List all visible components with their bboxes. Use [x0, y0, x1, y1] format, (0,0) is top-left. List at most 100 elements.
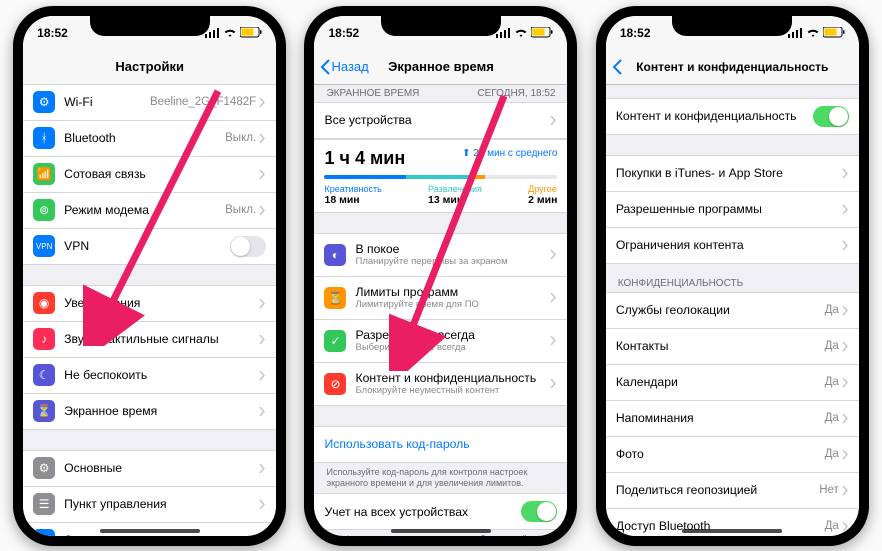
- row-calendars[interactable]: КалендариДа: [606, 365, 859, 401]
- privacy-list[interactable]: Контент и конфиденциальность Покупки в i…: [606, 84, 859, 536]
- row-screentime[interactable]: ⏳Экранное время: [23, 394, 276, 430]
- gear-icon: ⚙: [33, 457, 55, 479]
- chevron-right-icon: [842, 413, 849, 424]
- noentry-icon: ⊘: [324, 373, 346, 395]
- phone-screentime: 18:52 Назад Экранное время ЭКРАННОЕ ВРЕМ…: [304, 6, 577, 546]
- avg-delta: ⬆ 24 мин с среднего: [462, 148, 557, 159]
- settings-list[interactable]: ⚙Wi-FiBeeline_2G_F1482F ᚼBluetoothВыкл. …: [23, 84, 276, 536]
- notch: [90, 16, 210, 36]
- screentime-content[interactable]: ЭКРАННОЕ ВРЕМЯСегодня, 18:52 Все устройс…: [314, 84, 567, 536]
- vpn-switch[interactable]: [230, 236, 266, 257]
- row-alldevices[interactable]: Все устройства: [314, 102, 567, 139]
- row-contacts[interactable]: КонтактыДа: [606, 329, 859, 365]
- section-header-privacy: КОНФИДЕНЦИАЛЬНОСТЬ: [606, 264, 859, 292]
- row-itunes[interactable]: Покупки в iTunes- и App Store: [606, 155, 859, 192]
- chevron-right-icon: [259, 334, 266, 345]
- status-icons: [496, 27, 553, 38]
- home-indicator[interactable]: [100, 529, 200, 533]
- chevron-right-icon: [259, 406, 266, 417]
- bell-icon: ◉: [33, 292, 55, 314]
- row-passcode[interactable]: Использовать код-пароль: [314, 426, 567, 463]
- chevron-right-icon: [842, 204, 849, 215]
- home-indicator[interactable]: [682, 529, 782, 533]
- row-alwaysallowed[interactable]: ✓Разрешенные всегдаВыберите нужное всегд…: [314, 320, 567, 363]
- row-location[interactable]: Службы геолокацииДа: [606, 292, 859, 329]
- hourglass-icon: ⏳: [324, 287, 346, 309]
- usage-legend: Креативность18 мин Развлечения13 мин Дру…: [324, 184, 557, 206]
- row-bluetooth[interactable]: ᚼBluetoothВыкл.: [23, 121, 276, 157]
- chevron-right-icon: [550, 249, 557, 260]
- navbar: Контент и конфиденциальность: [606, 50, 859, 85]
- chevron-right-icon: [259, 535, 266, 536]
- row-controlcenter[interactable]: ☰Пункт управления: [23, 487, 276, 523]
- phone-content-privacy: 18:52 Контент и конфиденциальность Конте…: [596, 6, 869, 546]
- chevron-right-icon: [842, 449, 849, 460]
- row-dnd[interactable]: ☾Не беспокоить: [23, 358, 276, 394]
- row-allowedapps[interactable]: Разрешенные программы: [606, 192, 859, 228]
- check-icon: ✓: [324, 330, 346, 352]
- usage-bar: [324, 175, 557, 179]
- content-switch[interactable]: [813, 106, 849, 127]
- notch: [381, 16, 501, 36]
- page-title: Настройки: [115, 59, 184, 74]
- row-content-privacy[interactable]: ⊘Контент и конфиденциальностьБлокируйте …: [314, 363, 567, 406]
- chevron-right-icon: [550, 335, 557, 346]
- status-icons: [205, 27, 262, 38]
- row-reminders[interactable]: НапоминанияДа: [606, 401, 859, 437]
- row-sharedevices[interactable]: Учет на всех устройствах: [314, 493, 567, 530]
- row-restrictions[interactable]: Ограничения контента: [606, 228, 859, 264]
- passcode-note: Используйте код-пароль для контроля наст…: [314, 463, 567, 494]
- row-downtime[interactable]: ◐В покоеПланируйте перерывы за экраном: [314, 233, 567, 277]
- row-sounds[interactable]: ♪Звуки, тактильные сигналы: [23, 322, 276, 358]
- row-photos[interactable]: ФотоДа: [606, 437, 859, 473]
- chevron-right-icon: [550, 115, 557, 126]
- back-button[interactable]: [612, 59, 623, 75]
- chevron-right-icon: [259, 370, 266, 381]
- chevron-right-icon: [842, 521, 849, 532]
- navbar: Настройки: [23, 50, 276, 85]
- phone-settings: 18:52 Настройки ⚙Wi-FiBeeline_2G_F1482F …: [13, 6, 286, 546]
- clock: 18:52: [328, 26, 359, 40]
- row-content-toggle[interactable]: Контент и конфиденциальность: [606, 98, 859, 135]
- chevron-right-icon: [259, 169, 266, 180]
- row-vpn[interactable]: VPNVPN: [23, 229, 276, 265]
- downtime-icon: ◐: [324, 244, 346, 266]
- usage-summary[interactable]: 1 ч 4 мин ⬆ 24 мин с среднего Креативнос…: [314, 139, 567, 213]
- row-sharelocation[interactable]: Поделиться геопозициейНет: [606, 473, 859, 509]
- brightness-icon: AA: [33, 529, 55, 536]
- row-applimits[interactable]: ⏳Лимиты программЛимитируйте время для ПО: [314, 277, 567, 320]
- status-icons: [788, 27, 845, 38]
- wifi-icon: ⚙: [33, 91, 55, 113]
- chevron-right-icon: [550, 378, 557, 389]
- chevron-right-icon: [550, 292, 557, 303]
- navbar: Назад Экранное время: [314, 50, 567, 85]
- chevron-right-icon: [842, 377, 849, 388]
- sliders-icon: ☰: [33, 493, 55, 515]
- chevron-right-icon: [259, 298, 266, 309]
- home-indicator[interactable]: [391, 529, 491, 533]
- antenna-icon: 📶: [33, 163, 55, 185]
- wifi-icon: [223, 28, 237, 38]
- row-hotspot[interactable]: ⊚Режим модемаВыкл.: [23, 193, 276, 229]
- section-header: ЭКРАННОЕ ВРЕМЯСегодня, 18:52: [314, 84, 567, 102]
- chevron-right-icon: [842, 341, 849, 352]
- clock: 18:52: [37, 26, 68, 40]
- speaker-icon: ♪: [33, 328, 55, 350]
- row-general[interactable]: ⚙Основные: [23, 450, 276, 487]
- moon-icon: ☾: [33, 364, 55, 386]
- row-notifications[interactable]: ◉Уведомления: [23, 285, 276, 322]
- chevron-right-icon: [842, 168, 849, 179]
- chevron-right-icon: [259, 463, 266, 474]
- bluetooth-icon: ᚼ: [33, 127, 55, 149]
- chevron-right-icon: [842, 305, 849, 316]
- row-cellular[interactable]: 📶Сотовая связь: [23, 157, 276, 193]
- share-switch[interactable]: [521, 501, 557, 522]
- page-title: Контент и конфиденциальность: [636, 60, 828, 74]
- back-button[interactable]: Назад: [320, 59, 368, 75]
- clock: 18:52: [620, 26, 651, 40]
- hourglass-icon: ⏳: [33, 400, 55, 422]
- chevron-right-icon: [259, 205, 266, 216]
- row-wifi[interactable]: ⚙Wi-FiBeeline_2G_F1482F: [23, 84, 276, 121]
- total-time: 1 ч 4 мин: [324, 148, 405, 168]
- chevron-right-icon: [259, 499, 266, 510]
